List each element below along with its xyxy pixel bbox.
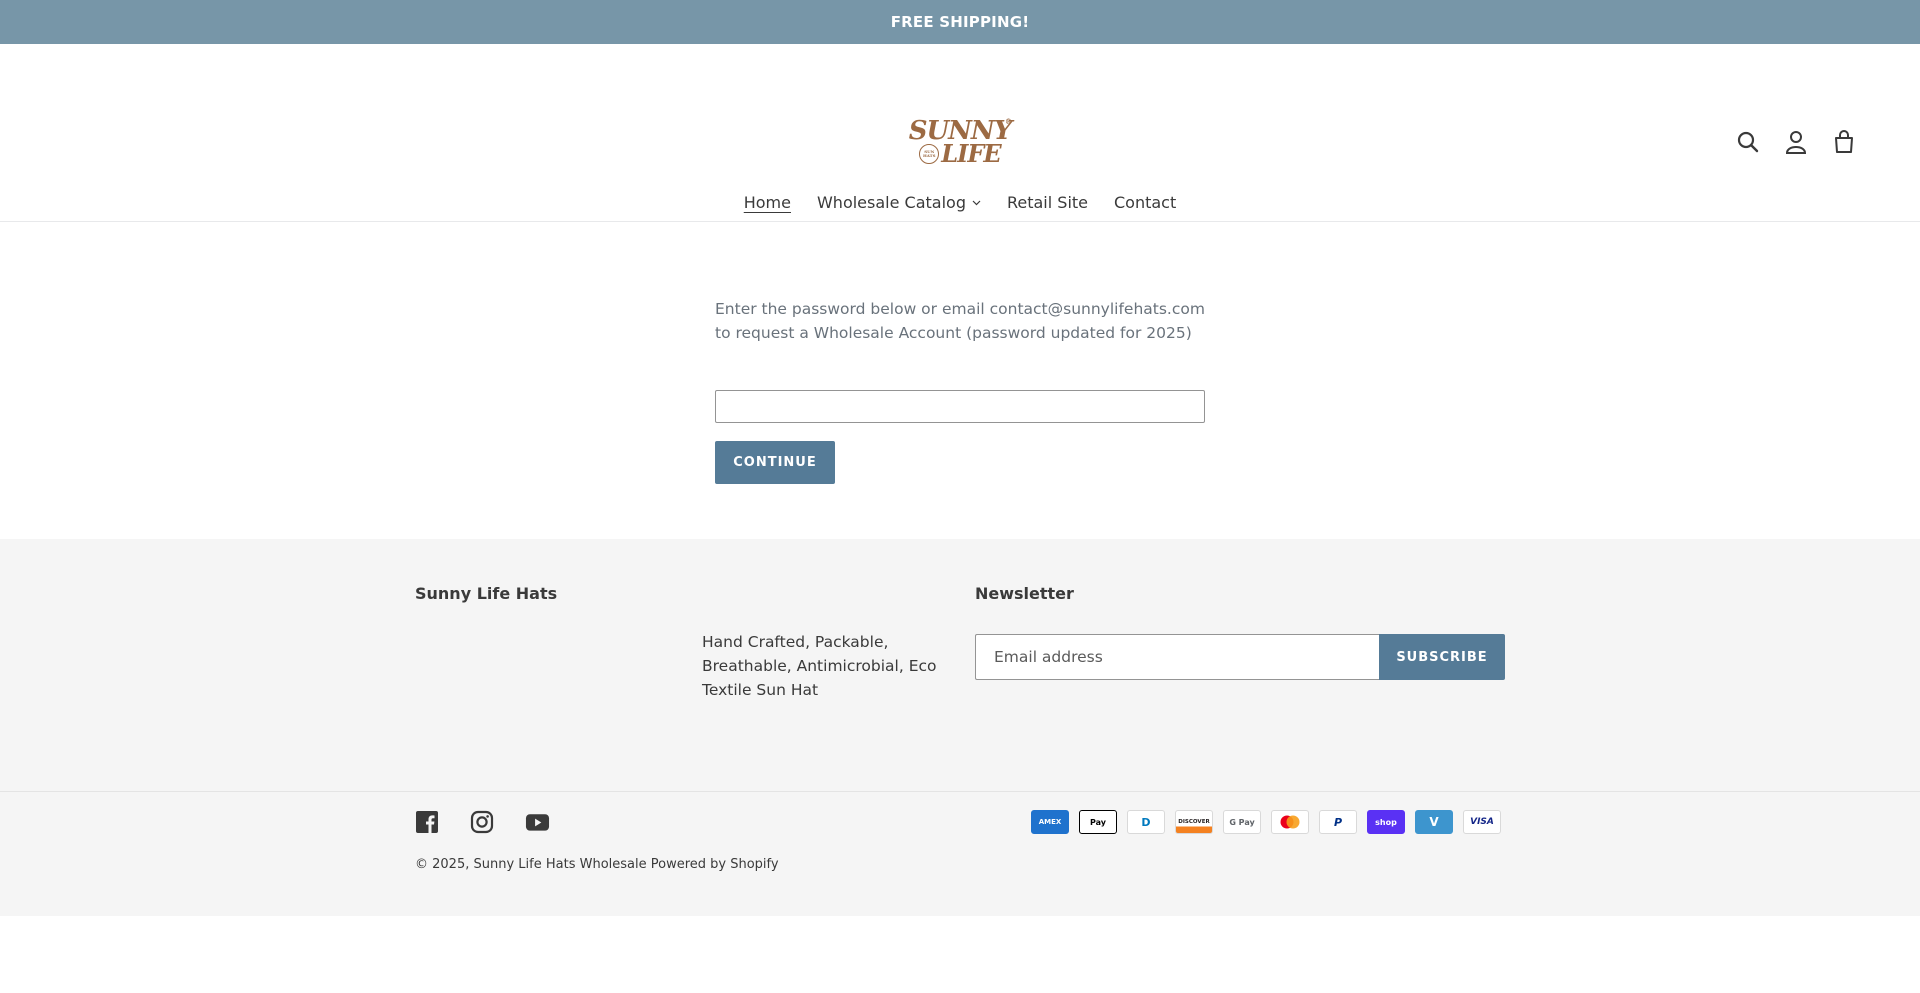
site-logo[interactable]: SUNNY SUN HATS LIFE ® [908,114,1013,170]
paypal-icon: P [1319,810,1357,834]
logo-registered-mark: ® [1005,117,1012,126]
chevron-down-icon [972,200,981,205]
instagram-icon[interactable] [470,810,495,835]
youtube-icon[interactable] [525,810,550,835]
nav-item-home[interactable]: Home [744,193,791,212]
nav-item-wholesale-catalog[interactable]: Wholesale Catalog [817,193,981,212]
powered-by-link[interactable]: Powered by Shopify [651,857,779,872]
password-message: Enter the password below or email contac… [715,300,1205,342]
nav-item-retail-site[interactable]: Retail Site [1007,193,1088,212]
visa-icon: VISA [1463,810,1501,834]
logo-line2: LIFE [941,139,1001,168]
logo-seal: SUN HATS [919,144,940,164]
main-nav: Home Wholesale Catalog Retail Site Conta… [0,193,1920,212]
subscribe-button[interactable]: SUBSCRIBE [1379,634,1505,680]
newsletter-email-input[interactable] [975,634,1379,680]
venmo-icon: V [1415,810,1453,834]
copyright: © 2025, Sunny Life Hats Wholesale Powere… [415,857,779,872]
diners-club-icon: D [1127,810,1165,834]
facebook-icon[interactable] [415,810,440,835]
google-pay-icon: G Pay [1223,810,1261,834]
site-footer: Sunny Life Hats Hand Crafted, Packable, … [0,539,1920,916]
account-icon[interactable] [1782,128,1810,156]
discover-icon: DISCOVER [1175,810,1213,834]
announcement-bar: FREE SHIPPING! [0,0,1920,44]
shop-pay-icon: shop [1367,810,1405,834]
newsletter-title: Newsletter [975,584,1074,603]
announcement-text: FREE SHIPPING! [890,13,1030,31]
continue-button[interactable]: CONTINUE [715,441,835,484]
password-section: Enter the password below or email contac… [0,222,1920,539]
site-header: SUNNY SUN HATS LIFE ® Home Wholesale Cat… [0,44,1920,222]
apple-pay-icon: Pay [1079,810,1117,834]
nav-item-contact[interactable]: Contact [1114,193,1176,212]
search-icon[interactable] [1734,128,1762,156]
header-icons [1734,128,1858,156]
footer-brand-title: Sunny Life Hats [415,584,558,603]
shop-name-link[interactable]: Sunny Life Hats Wholesale [474,857,647,872]
cart-icon[interactable] [1830,128,1858,156]
footer-top: Sunny Life Hats Hand Crafted, Packable, … [0,539,1920,792]
footer-tagline: Hand Crafted, Packable, Breathable, Anti… [702,633,937,699]
mastercard-icon [1271,810,1309,834]
american-express-icon: AMEX [1031,810,1069,834]
payment-icons: AMEX Pay D DISCOVER G Pay P shop V VISA [1031,810,1501,834]
password-input[interactable] [715,390,1205,423]
social-links [415,810,550,835]
